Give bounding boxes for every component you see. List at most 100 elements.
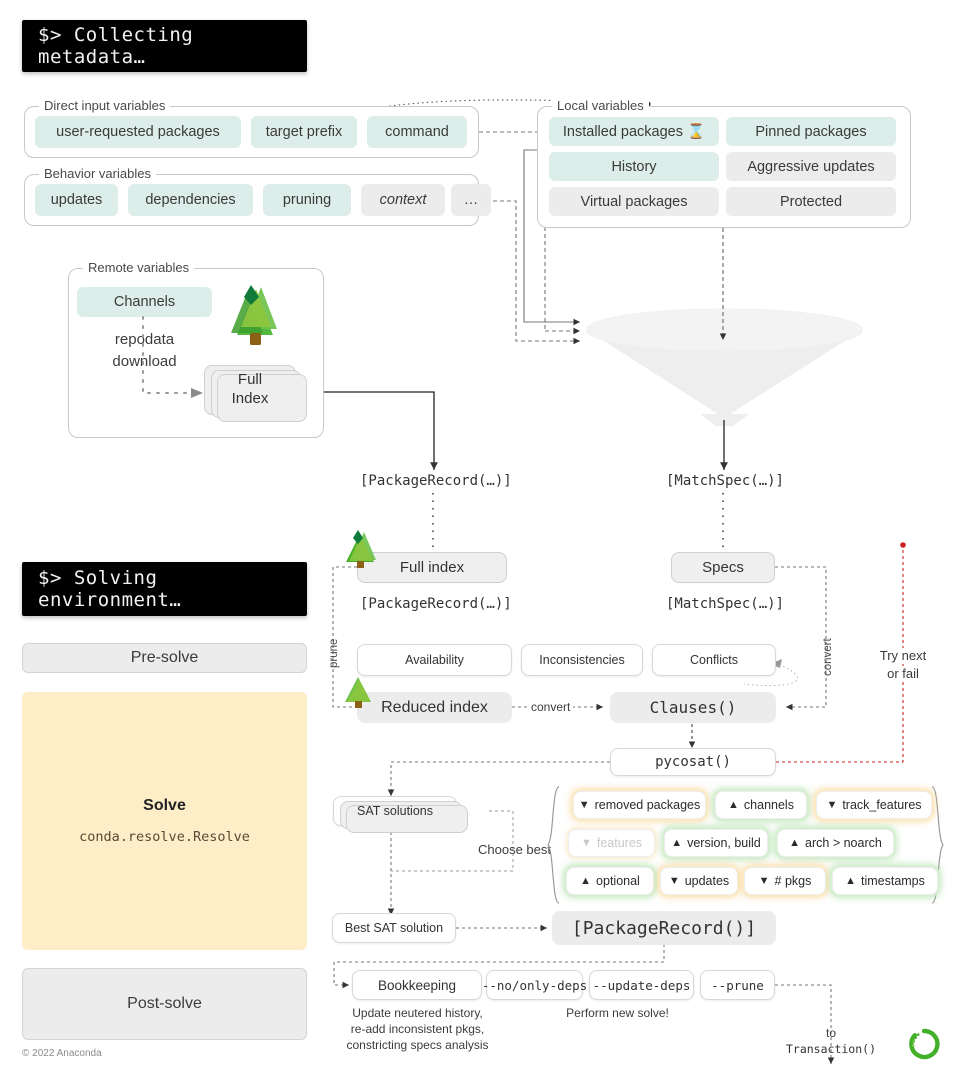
arrow-down-icon: ▼ xyxy=(580,836,592,849)
group-direct-input-label: Direct input variables xyxy=(39,98,171,113)
label-or-fail: or fail xyxy=(858,666,948,681)
node-availability[interactable]: Availability xyxy=(357,644,512,676)
criteria-channels[interactable]: ▲ channels xyxy=(715,791,807,819)
transaction-label: Transaction() xyxy=(785,1042,876,1056)
solve-title: Solve xyxy=(143,797,186,814)
label-match-spec-list-1: [MatchSpec(…)] xyxy=(665,473,784,489)
anaconda-logo-icon xyxy=(909,1028,940,1060)
criteria-label: # pkgs xyxy=(774,874,812,888)
pill-aggressive-updates[interactable]: Aggressive updates xyxy=(726,152,896,181)
copyright-label: © 2022 Anaconda xyxy=(22,1048,102,1059)
to-label: to xyxy=(825,1026,836,1040)
criteria-arch-noarch[interactable]: ▲ arch > noarch xyxy=(777,829,894,857)
node-reduced-index[interactable]: Reduced index xyxy=(357,692,512,723)
criteria-num-pkgs[interactable]: ▼ # pkgs xyxy=(744,867,826,895)
node-conflicts[interactable]: Conflicts xyxy=(652,644,776,676)
criteria-label: version, build xyxy=(687,836,761,850)
label-package-record-list-2: [PackageRecord(…)] xyxy=(360,596,512,612)
pill-dependencies[interactable]: dependencies xyxy=(128,184,253,216)
node-pycosat[interactable]: pycosat() xyxy=(610,748,776,776)
arrow-down-icon: ▼ xyxy=(578,798,590,811)
funnel-shape xyxy=(586,308,863,426)
node-package-record-result[interactable]: [PackageRecord()] xyxy=(552,911,776,945)
node-best-sat-solution[interactable]: Best SAT solution xyxy=(332,913,456,943)
full-index-line-1: Full xyxy=(237,371,263,389)
criteria-version-build[interactable]: ▲ version, build xyxy=(664,829,768,857)
arrow-down-icon: ▼ xyxy=(668,874,680,887)
criteria-track-features[interactable]: ▼ track_features xyxy=(816,791,932,819)
pill-updates[interactable]: updates xyxy=(35,184,118,216)
terminal-solving-environment: $> Solving environment… xyxy=(22,562,307,616)
criteria-label: timestamps xyxy=(860,874,925,888)
pill-protected[interactable]: Protected xyxy=(726,187,896,216)
flag-update-deps[interactable]: --update-deps xyxy=(589,970,694,1000)
conda-logo-icon xyxy=(231,285,277,345)
criteria-label: optional xyxy=(596,874,640,888)
criteria-label: track_features xyxy=(842,798,922,812)
arrow-up-icon: ▲ xyxy=(728,798,739,811)
solve-module: conda.resolve.Resolve xyxy=(79,829,250,845)
label-package-record-list-1: [PackageRecord(…)] xyxy=(360,473,512,489)
pill-channels[interactable]: Channels xyxy=(77,287,212,317)
full-index-line-2: Index xyxy=(231,390,269,407)
criteria-label: removed packages xyxy=(594,798,701,812)
bookkeeping-note-line-2: re-add inconsistent pkgs, xyxy=(350,1022,485,1036)
group-remote-label: Remote variables xyxy=(83,260,195,275)
pill-ellipsis[interactable]: … xyxy=(451,184,491,216)
group-remote-variables: Remote variables Channels repodata downl… xyxy=(68,260,324,438)
pill-pruning[interactable]: pruning xyxy=(263,184,351,216)
conda-logo-icon-full-index xyxy=(346,530,376,568)
criteria-label: updates xyxy=(684,874,730,888)
label-convert-side: convert xyxy=(822,638,834,676)
group-local-label: Local variables xyxy=(552,98,649,113)
group-direct-input-variables: Direct input variables user-requested pa… xyxy=(24,98,479,158)
arrow-up-icon: ▲ xyxy=(789,836,801,849)
flag-prune[interactable]: --prune xyxy=(700,970,775,1000)
pill-pinned-packages[interactable]: Pinned packages xyxy=(726,117,896,146)
group-local-variables: Local variables Installed packages ⌛ Pin… xyxy=(537,98,911,228)
criteria-removed-packages[interactable]: ▼ removed packages xyxy=(573,791,706,819)
node-full-index-remote[interactable]: Full Index xyxy=(204,365,307,422)
arrow-up-icon: ▲ xyxy=(845,874,856,887)
pill-user-requested-packages[interactable]: user-requested packages xyxy=(35,116,241,148)
criteria-timestamps[interactable]: ▲ timestamps xyxy=(832,867,938,895)
pill-virtual-packages[interactable]: Virtual packages xyxy=(549,187,719,216)
criteria-updates[interactable]: ▼ updates xyxy=(660,867,738,895)
flag-no-only-deps[interactable]: --no/only-deps xyxy=(482,970,587,1000)
diagram-canvas: $> Collecting metadata… $> Solving envir… xyxy=(0,0,960,1080)
arrow-down-icon: ▼ xyxy=(758,874,770,887)
node-inconsistencies[interactable]: Inconsistencies xyxy=(521,644,643,676)
bookkeeping-note-line-1: Update neutered history, xyxy=(352,1006,483,1020)
pill-command[interactable]: command xyxy=(367,116,467,148)
label-prune: prune xyxy=(328,638,340,668)
node-clauses[interactable]: Clauses() xyxy=(610,692,776,723)
label-convert-mid: convert xyxy=(528,700,574,714)
pill-history[interactable]: History xyxy=(549,152,719,181)
group-behavior-label: Behavior variables xyxy=(39,166,156,181)
node-sat-solutions[interactable]: SAT solutions xyxy=(333,796,468,833)
rail-solve[interactable]: Solve conda.resolve.Resolve xyxy=(22,692,307,950)
criteria-label: channels xyxy=(743,798,794,812)
perform-new-solve-note: Perform new solve! xyxy=(566,1006,669,1020)
arrow-up-icon: ▲ xyxy=(671,836,683,849)
rail-pre-solve[interactable]: Pre-solve xyxy=(22,643,307,673)
pill-installed-packages[interactable]: Installed packages ⌛ xyxy=(549,117,719,146)
bookkeeping-note-line-3: constricting specs analysis xyxy=(346,1038,489,1052)
rail-post-solve[interactable]: Post-solve xyxy=(22,968,307,1040)
criteria-label: features xyxy=(596,836,643,850)
criteria-features[interactable]: ▼ features xyxy=(568,829,655,857)
pill-context[interactable]: context xyxy=(361,184,445,216)
label-choose-best: Choose best xyxy=(478,842,551,857)
arrow-down-icon: ▼ xyxy=(826,798,838,811)
node-bookkeeping[interactable]: Bookkeeping xyxy=(352,970,482,1000)
node-specs[interactable]: Specs xyxy=(671,552,775,583)
label-try-next: Try next xyxy=(858,648,948,663)
criteria-optional[interactable]: ▲ optional xyxy=(566,867,654,895)
criteria-label: arch > noarch xyxy=(805,836,882,850)
pill-target-prefix[interactable]: target prefix xyxy=(251,116,357,148)
conda-logo-icon-reduced-index xyxy=(345,677,371,708)
arrow-up-icon: ▲ xyxy=(580,874,592,887)
repodata-arrow xyxy=(142,316,203,398)
criteria-brace-left xyxy=(547,786,560,904)
group-behavior-variables: Behavior variables updates dependencies … xyxy=(24,166,491,226)
